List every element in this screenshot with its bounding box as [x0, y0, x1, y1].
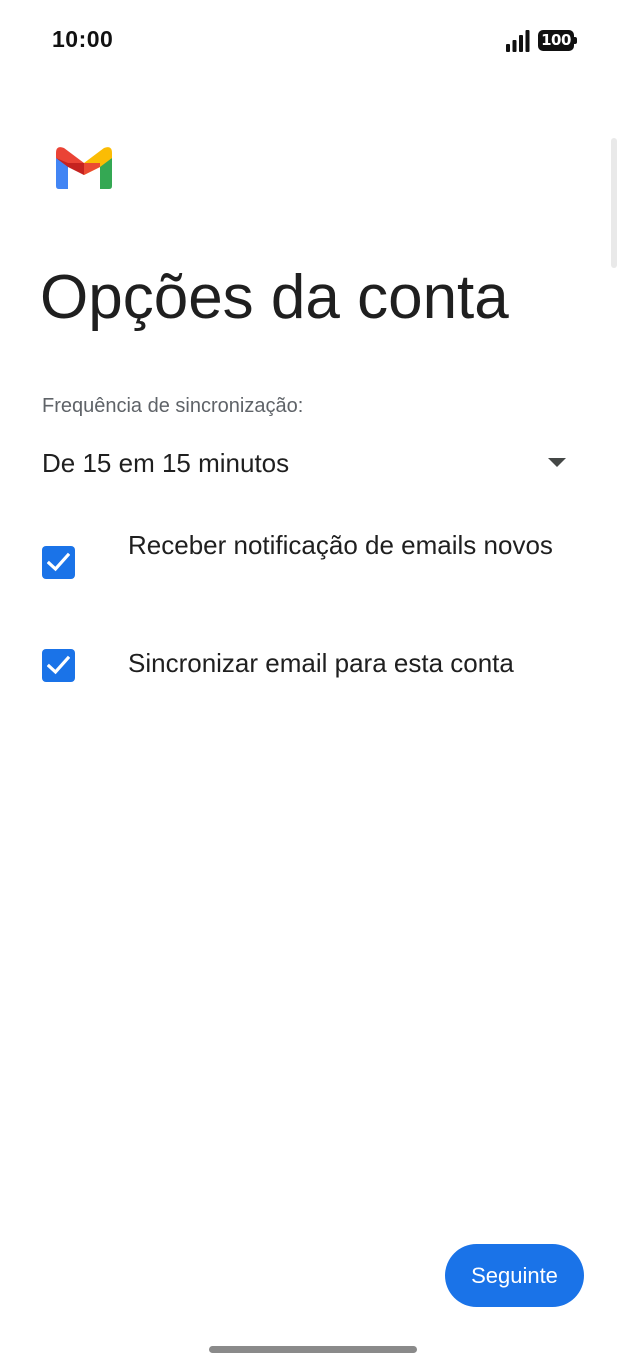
account-options-screen: 10:00 100 Opções da conta Frequência de … [0, 0, 626, 1366]
sync-frequency-dropdown[interactable]: De 15 em 15 minutos [42, 440, 572, 486]
notify-new-email-option[interactable]: Receber notificação de emails novos [42, 528, 582, 600]
signal-icon [506, 30, 530, 52]
notify-checkbox[interactable] [42, 546, 75, 579]
status-bar: 10:00 100 [0, 0, 626, 80]
sync-email-option[interactable]: Sincronizar email para esta conta [42, 646, 582, 686]
sync-label: Sincronizar email para esta conta [128, 648, 514, 678]
next-button[interactable]: Seguinte [445, 1244, 584, 1307]
sync-checkbox[interactable] [42, 649, 75, 682]
page-title: Opções da conta [40, 263, 509, 332]
scrollbar[interactable] [611, 138, 617, 268]
gmail-logo [56, 147, 112, 189]
checkmark-icon [47, 655, 70, 675]
battery-level: 100 [541, 31, 571, 49]
status-time: 10:00 [52, 26, 114, 52]
battery-icon: 100 [538, 30, 578, 51]
dropdown-arrow-icon [548, 458, 566, 467]
sync-frequency-value: De 15 em 15 minutos [42, 448, 290, 478]
home-indicator[interactable] [209, 1346, 417, 1353]
notify-label: Receber notificação de emails novos [128, 530, 553, 560]
checkmark-icon [47, 552, 70, 572]
sync-frequency-label: Frequência de sincronização: [42, 395, 304, 417]
